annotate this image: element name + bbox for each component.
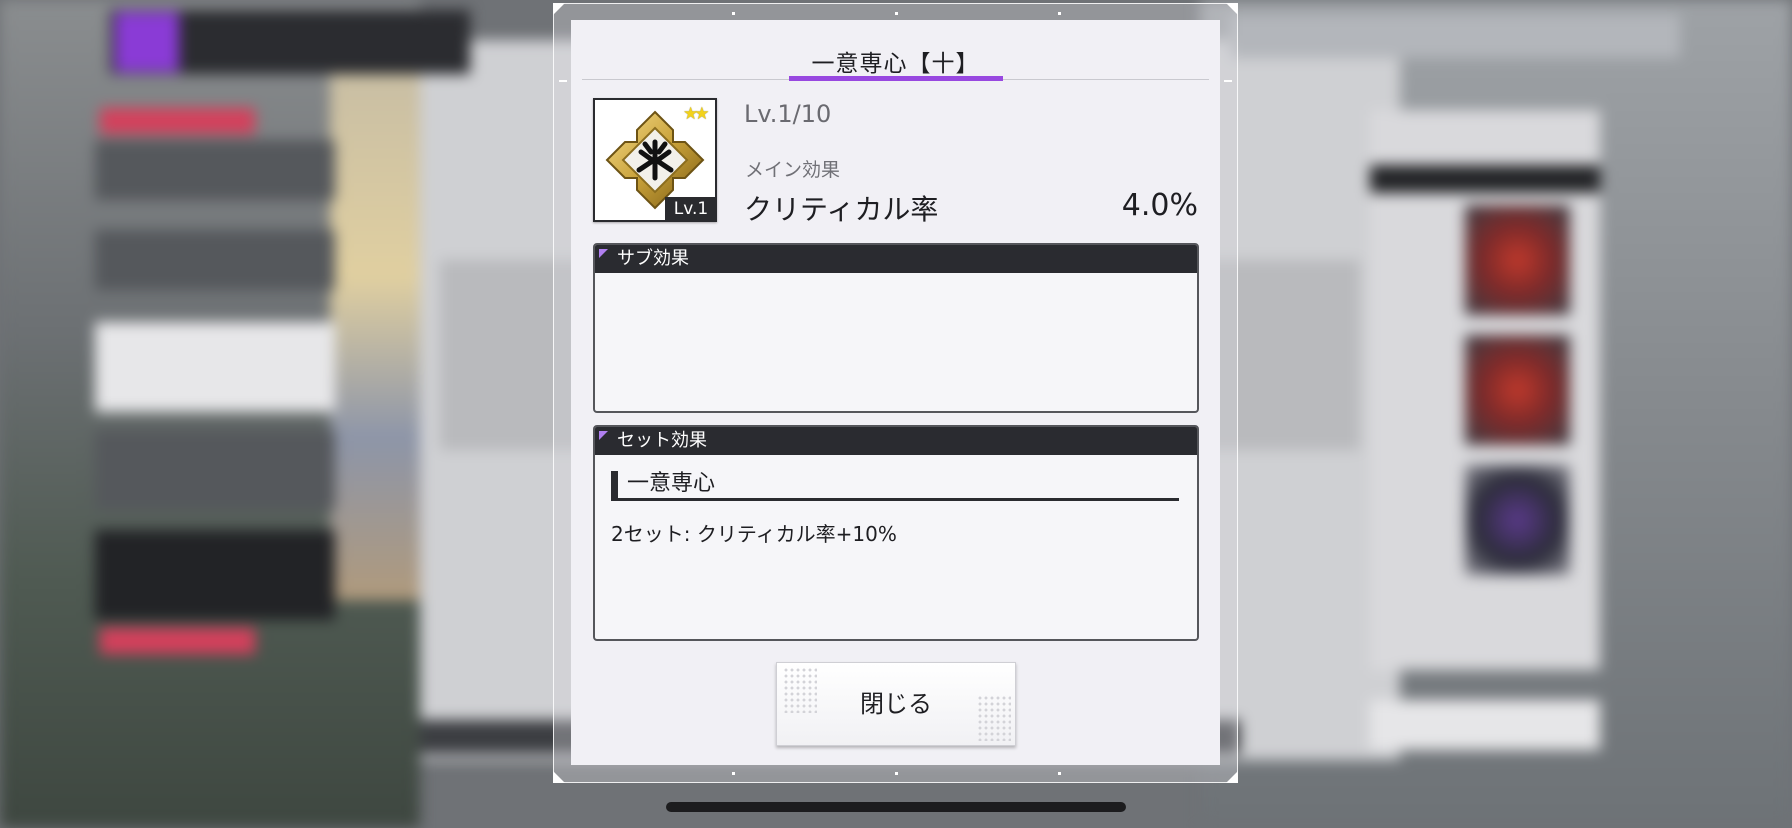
- background-menu-icon: [115, 12, 179, 72]
- main-effect-stat: クリティカル率: [744, 193, 939, 226]
- rarity-stars: ★★: [683, 104, 710, 124]
- sub-effect-title: サブ効果: [617, 248, 689, 269]
- set-effect-title: セット効果: [617, 430, 707, 451]
- background-side-item: [95, 430, 335, 510]
- background-topbar-right: [1230, 14, 1680, 58]
- background-side-item: [95, 230, 335, 290]
- sub-effect-header: サブ効果: [595, 245, 1197, 273]
- set-name: 一意専心: [611, 471, 1179, 501]
- gear-detail-modal: 一意専心【十】 ★★ Lv.1 Lv.1/10 メイン効果 クリティカル率 4.…: [571, 20, 1220, 765]
- set-effect-header: セット効果: [595, 427, 1197, 455]
- main-effect-label: メイン効果: [745, 159, 841, 181]
- section-flag-icon: [599, 431, 608, 440]
- background-side-item: [95, 322, 335, 412]
- button-dot-pattern: [977, 695, 1011, 741]
- title-underline: [789, 76, 1003, 81]
- home-indicator[interactable]: [666, 802, 1126, 812]
- close-button-label: 閉じる: [860, 690, 932, 718]
- section-flag-icon: [599, 249, 608, 258]
- level-badge: Lv.1: [665, 197, 717, 222]
- modal-title: 一意専心【十】: [811, 51, 980, 77]
- background-tag: [100, 628, 255, 654]
- background-button: [1370, 700, 1600, 750]
- background-side-item: [95, 140, 335, 200]
- background-thumbnail: [1465, 465, 1570, 575]
- set-effect-section: セット効果 一意専心 2セット: クリティカル率+10%: [593, 425, 1199, 641]
- set-bonus-description: 2セット: クリティカル率+10%: [611, 522, 897, 546]
- sub-effect-section: サブ効果: [593, 243, 1199, 413]
- level-text: Lv.1/10: [744, 100, 832, 128]
- background-thumbnail: [1465, 205, 1570, 315]
- close-button[interactable]: 閉じる: [776, 662, 1016, 746]
- gear-item-card[interactable]: ★★ Lv.1: [593, 98, 717, 222]
- button-dot-pattern: [783, 667, 817, 713]
- background-side-item: [95, 530, 335, 620]
- background-thumbnail: [1465, 335, 1570, 445]
- main-effect-value: 4.0%: [1121, 188, 1198, 223]
- background-tag: [100, 108, 255, 134]
